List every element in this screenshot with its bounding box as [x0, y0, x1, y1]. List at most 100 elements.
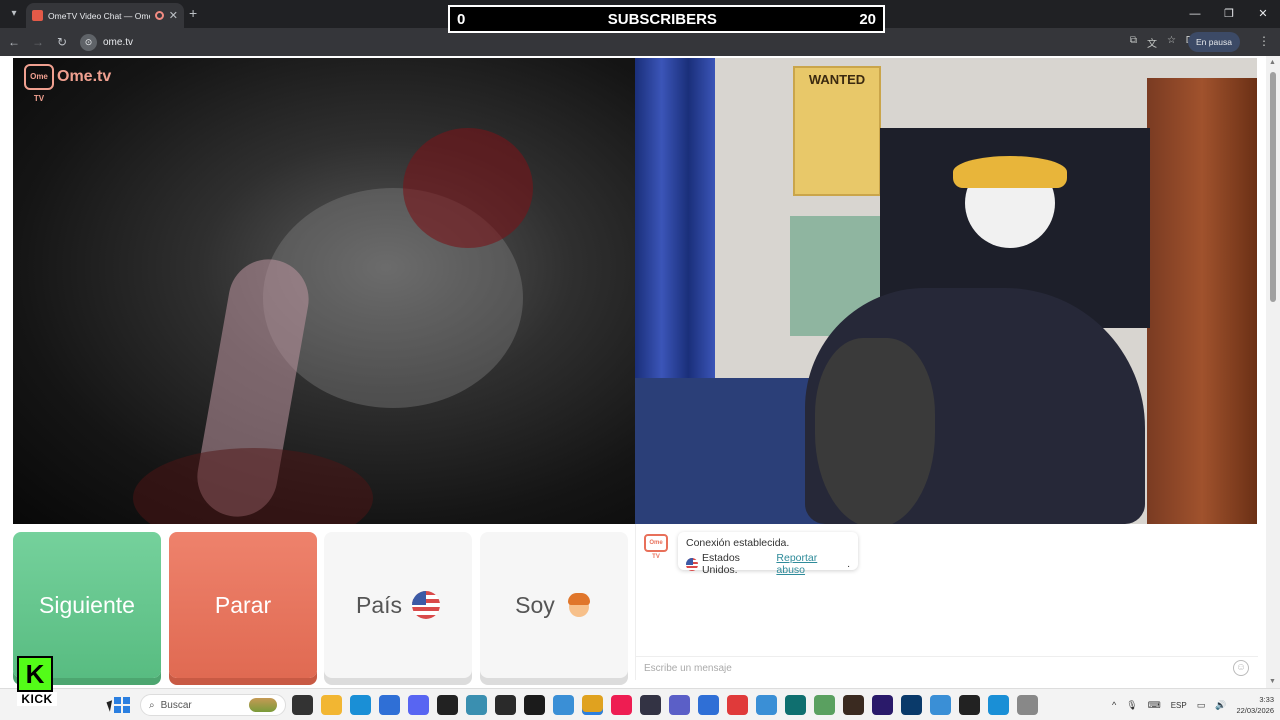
taskbar-capcut-icon[interactable] [524, 695, 545, 715]
boy-avatar-icon [565, 591, 593, 619]
system-tray: ^ 🎙 ⌨ ESP ▭ 🔊 3:33 22/03/2026 [1112, 689, 1274, 720]
gender-button-label: Soy [515, 591, 555, 618]
windows-taskbar: ⌕ Buscar ^ 🎙 ⌨ ESP ▭ 🔊 3:33 22/03/2026 [0, 688, 1280, 720]
scroll-down-icon[interactable]: ▼ [1269, 678, 1276, 685]
browser-menu-icon[interactable]: ⋮ [1258, 34, 1270, 48]
taskbar-search[interactable]: ⌕ Buscar [140, 694, 286, 716]
microphone-icon[interactable]: 🎙 [1126, 700, 1137, 711]
keyboard-icon[interactable]: ⌨ [1148, 700, 1161, 711]
taskbar-discord-icon[interactable] [408, 695, 429, 715]
subscribers-goal: 20 [859, 10, 876, 28]
taskbar-app-window3-icon[interactable] [930, 695, 951, 715]
ometv-logo-text: Ome.tv [57, 68, 112, 85]
taskbar-epic-games-icon[interactable] [495, 695, 516, 715]
tab-close-icon[interactable]: ✕ [169, 9, 178, 22]
network-icon[interactable]: ▭ [1197, 700, 1206, 711]
system-message: Conexión establecida. Estados Unidos. Re… [678, 532, 858, 576]
recording-icon [154, 11, 164, 20]
stop-button-label: Parar [214, 591, 272, 618]
stop-button[interactable]: Parar [169, 532, 317, 678]
taskbar-app-teal-icon[interactable] [785, 695, 806, 715]
taskbar-teams-icon[interactable] [669, 695, 690, 715]
profile-paused-button[interactable]: En pausa [1188, 32, 1240, 52]
taskbar-app-window-icon[interactable] [553, 695, 574, 715]
chat-panel: Ome TV Conexión establecida. Estados Uni… [635, 524, 1258, 680]
language-indicator[interactable]: ESP [1171, 701, 1187, 710]
taskbar-task-view-icon[interactable] [292, 695, 313, 715]
self-video: WANTED [635, 58, 1257, 524]
gender-button[interactable]: Soy [480, 532, 628, 678]
taskbar-tiktok-icon[interactable] [611, 695, 632, 715]
restore-icon[interactable]: ❐ [1212, 0, 1246, 28]
next-button-label: Siguiente [39, 591, 135, 618]
country-button[interactable]: País [324, 532, 472, 678]
bookmark-star-icon[interactable]: ☆ [1167, 35, 1176, 50]
reload-icon[interactable]: ↻ [54, 34, 70, 50]
ometv-logo: Ome TV Ome.tv [24, 64, 112, 103]
tray-overflow-icon[interactable]: ^ [1112, 700, 1116, 710]
close-window-icon[interactable]: ✕ [1246, 0, 1280, 28]
ometv-chat-icon: Ome TV [644, 534, 668, 560]
address-bar[interactable]: ⊙ ome.tv [80, 31, 1180, 53]
forward-icon[interactable]: → [30, 34, 46, 50]
site-info-icon[interactable]: ⊙ [80, 33, 97, 51]
taskbar-chrome-icon[interactable] [582, 695, 603, 715]
subscribers-label: SUBSCRIBERS [607, 10, 717, 28]
taskbar-premiere-icon[interactable] [872, 695, 893, 715]
taskbar-notepad-icon[interactable] [814, 695, 835, 715]
cast-icon[interactable]: ⧉ [1130, 35, 1137, 50]
chat-message-input[interactable]: Escribe un mensaje [636, 656, 1258, 680]
taskbar-apps [292, 695, 1038, 715]
ometv-logo-icon: Ome TV [24, 64, 54, 103]
country-button-label: País [355, 591, 403, 618]
scroll-up-icon[interactable]: ▲ [1269, 59, 1276, 66]
clock-time: 3:33 [1259, 695, 1274, 704]
subscribers-overlay: 0 SUBSCRIBERS 20 [448, 5, 885, 33]
taskbar-edge-icon[interactable] [350, 695, 371, 715]
taskbar-app-dark-icon[interactable] [640, 695, 661, 715]
tab-ometv[interactable]: OmeTV Video Chat — Ome ✕ [26, 3, 184, 28]
taskbar-search-placeholder: Buscar [160, 699, 192, 711]
page-scrollbar[interactable]: ▲ ▼ [1266, 56, 1280, 688]
taskbar-app-gray-icon[interactable] [1017, 695, 1038, 715]
taskbar-app-blue-icon[interactable] [698, 695, 719, 715]
kick-logo: K KICK [17, 656, 57, 706]
taskbar-app-circle-icon[interactable] [988, 695, 1009, 715]
wanted-poster: WANTED [793, 66, 881, 196]
volume-icon[interactable]: 🔊 [1215, 700, 1226, 711]
taskbar-obs-icon[interactable] [437, 695, 458, 715]
taskbar-app-red-icon[interactable] [727, 695, 748, 715]
scroll-thumb[interactable] [1270, 72, 1276, 302]
stranger-video [13, 58, 635, 524]
tab-title: OmeTV Video Chat — Ome [48, 10, 150, 21]
search-highlight-icon [249, 698, 277, 712]
minimize-icon[interactable]: — [1178, 0, 1212, 28]
kick-logo-icon: K [17, 656, 53, 692]
tab-search-icon[interactable]: ▾ [6, 6, 22, 22]
clock[interactable]: 3:33 22/03/2026 [1236, 694, 1274, 716]
taskbar-store-icon[interactable] [379, 695, 400, 715]
partner-country-text: Estados Unidos. [701, 552, 740, 576]
window-controls: — ❐ ✕ [1178, 0, 1280, 28]
subscribers-start: 0 [457, 10, 466, 28]
clock-date: 22/03/2026 [1236, 706, 1274, 715]
taskbar-app-generic-icon[interactable] [466, 695, 487, 715]
taskbar-capcut2-icon[interactable] [959, 695, 980, 715]
us-flag-small-icon [686, 557, 698, 571]
windows-start-icon[interactable] [114, 697, 130, 713]
search-icon: ⌕ [149, 699, 155, 711]
back-icon[interactable]: ← [6, 34, 22, 50]
taskbar-game-icon[interactable] [843, 695, 864, 715]
taskbar-app-window2-icon[interactable] [756, 695, 777, 715]
translate-icon[interactable]: 文 [1147, 35, 1157, 50]
emoji-icon[interactable]: ☺ [1233, 660, 1249, 676]
report-abuse-link[interactable]: Reportar abuso [776, 552, 843, 576]
url-text: ome.tv [103, 36, 134, 48]
taskbar-file-explorer-icon[interactable] [321, 695, 342, 715]
taskbar-photoshop-icon[interactable] [901, 695, 922, 715]
ometv-favicon-icon [32, 10, 43, 21]
toolbar-actions: ⧉ 文 ☆ ⧠ [1130, 35, 1194, 50]
kick-logo-text: KICK [17, 692, 57, 706]
new-tab-button[interactable]: + [189, 5, 197, 21]
connection-status-text: Conexión establecida. [686, 537, 790, 549]
